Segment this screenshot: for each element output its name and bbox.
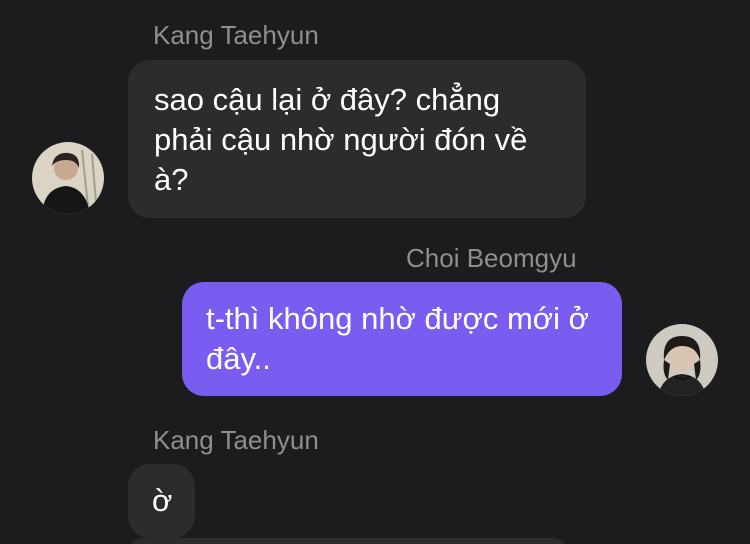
message-bubble[interactable]: sao cậu lại ở đây? chẳng phải cậu nhờ ng… bbox=[128, 60, 586, 218]
sender-name: Kang Taehyun bbox=[153, 20, 319, 50]
message-bubble[interactable]: ờ bbox=[128, 464, 195, 538]
message-bubble-partial[interactable] bbox=[128, 538, 568, 544]
avatar[interactable] bbox=[646, 324, 718, 396]
sender-name: Kang Taehyun bbox=[153, 425, 319, 455]
avatar[interactable] bbox=[32, 142, 104, 214]
user-avatar-beomgyu-icon bbox=[646, 324, 718, 396]
sender-name: Choi Beomgyu bbox=[406, 243, 577, 273]
user-avatar-taehyun-icon bbox=[32, 142, 104, 214]
chat-thread: Kang Taehyun sao cậu lại ở đây? chẳng ph… bbox=[0, 0, 750, 544]
message-bubble[interactable]: t-thì không nhờ được mới ở đây.. bbox=[182, 282, 622, 396]
